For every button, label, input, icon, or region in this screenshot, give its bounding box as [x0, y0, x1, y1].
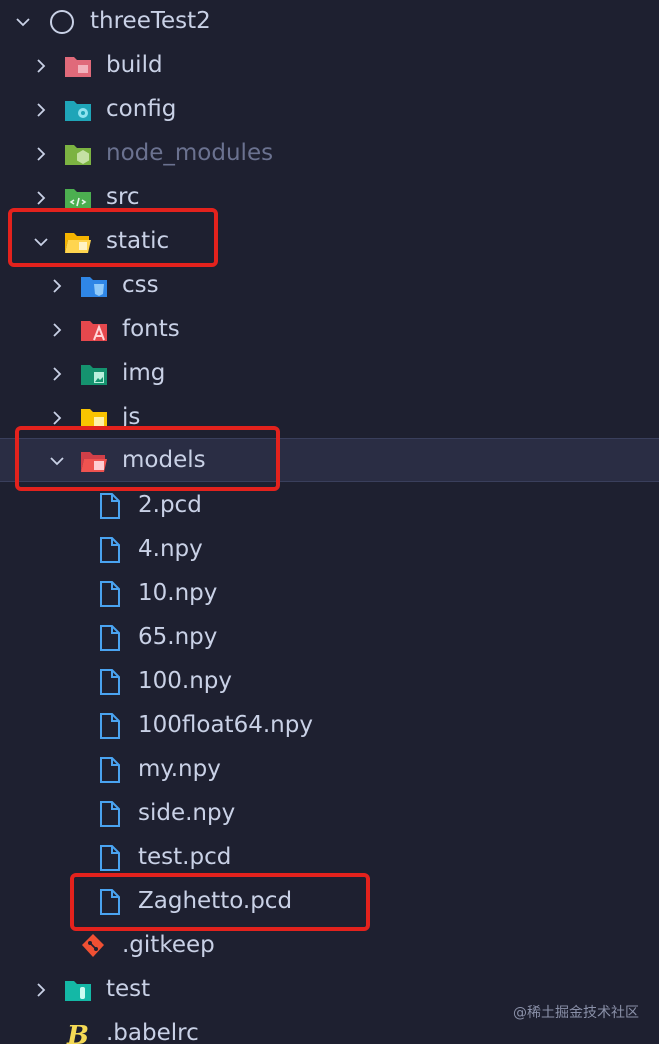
chevron-right-icon[interactable]: [32, 101, 50, 119]
folder-fonts-icon: [80, 317, 108, 343]
folder-images-icon: [80, 361, 108, 387]
folder-build-icon: [64, 53, 92, 79]
file-icon: [96, 537, 124, 563]
folder-node-icon: [64, 141, 92, 167]
watermark: @稀土掘金技术社区: [513, 1005, 639, 1021]
file-explorer-tree: threeTest2 build config node_modules src…: [0, 0, 659, 1044]
tree-item-label: 2.pcd: [138, 492, 202, 518]
tree-item-label: .gitkeep: [122, 932, 215, 958]
file-icon: [96, 625, 124, 651]
tree-item-label: .babelrc: [106, 1020, 199, 1044]
tree-item-label: threeTest2: [90, 8, 211, 34]
circle-icon: [48, 9, 76, 35]
tree-file-10-npy[interactable]: 10.npy: [0, 572, 659, 616]
svg-text:B: B: [66, 1021, 89, 1044]
tree-item-label: my.npy: [138, 756, 221, 782]
tree-item-label: src: [106, 184, 140, 210]
chevron-right-icon[interactable]: [32, 145, 50, 163]
tree-file-100float64-npy[interactable]: 100float64.npy: [0, 704, 659, 748]
tree-item-label: 4.npy: [138, 536, 203, 562]
tree-item-label: fonts: [122, 316, 180, 342]
highlight-box-models: [15, 426, 280, 491]
tree-item-label: test: [106, 976, 151, 1002]
file-icon: [96, 581, 124, 607]
highlight-box-static: [8, 208, 218, 267]
git-icon: [80, 933, 108, 959]
highlight-box-zaghetto: [70, 873, 370, 931]
folder-config-icon: [64, 97, 92, 123]
file-icon: [96, 713, 124, 739]
tree-item-label: 100.npy: [138, 668, 232, 694]
tree-item-fonts[interactable]: fonts: [0, 308, 659, 352]
tree-item-label: 65.npy: [138, 624, 218, 650]
chevron-right-icon[interactable]: [32, 981, 50, 999]
chevron-right-icon[interactable]: [48, 321, 66, 339]
tree-item-label: 100float64.npy: [138, 712, 313, 738]
file-icon: [96, 845, 124, 871]
chevron-right-icon[interactable]: [48, 277, 66, 295]
chevron-right-icon[interactable]: [32, 189, 50, 207]
tree-item-img[interactable]: img: [0, 352, 659, 396]
tree-item-label: 10.npy: [138, 580, 218, 606]
tree-item-label: node_modules: [106, 140, 274, 166]
tree-file-4-npy[interactable]: 4.npy: [0, 528, 659, 572]
file-icon: [96, 669, 124, 695]
tree-item-label: css: [122, 272, 159, 298]
tree-item-node-modules[interactable]: node_modules: [0, 132, 659, 176]
tree-item-label: test.pcd: [138, 844, 232, 870]
tree-file-100-npy[interactable]: 100.npy: [0, 660, 659, 704]
tree-file-my-npy[interactable]: my.npy: [0, 748, 659, 792]
folder-test-icon: [64, 977, 92, 1003]
chevron-right-icon[interactable]: [48, 365, 66, 383]
tree-file-65-npy[interactable]: 65.npy: [0, 616, 659, 660]
folder-css-icon: [80, 273, 108, 299]
chevron-down-icon[interactable]: [14, 13, 32, 31]
tree-item-config[interactable]: config: [0, 88, 659, 132]
tree-item-css[interactable]: css: [0, 264, 659, 308]
chevron-right-icon[interactable]: [48, 409, 66, 427]
babel-icon: B: [64, 1021, 92, 1044]
tree-item-build[interactable]: build: [0, 44, 659, 88]
tree-item-label: build: [106, 52, 163, 78]
file-icon: [96, 757, 124, 783]
file-icon: [96, 493, 124, 519]
chevron-right-icon[interactable]: [32, 57, 50, 75]
file-icon: [96, 801, 124, 827]
tree-item-label: config: [106, 96, 177, 122]
tree-item-label: img: [122, 360, 166, 386]
tree-file-side-npy[interactable]: side.npy: [0, 792, 659, 836]
tree-item-label: side.npy: [138, 800, 236, 826]
tree-root-threetest2[interactable]: threeTest2: [0, 0, 659, 44]
